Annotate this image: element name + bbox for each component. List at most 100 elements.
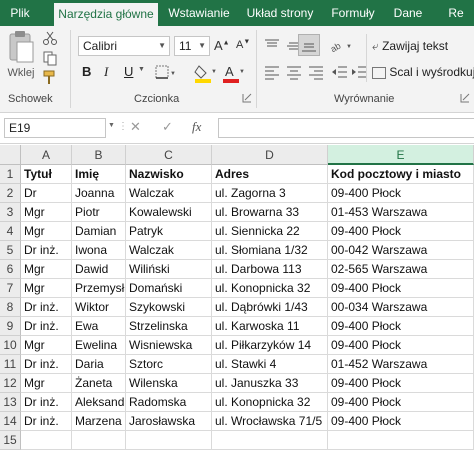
paste-button[interactable]: Wklej: [6, 30, 36, 86]
table-cell[interactable]: 09-400 Płock: [328, 336, 474, 355]
table-cell[interactable]: ul. Piłkarzyków 14: [212, 336, 328, 355]
table-cell[interactable]: 09-400 Płock: [328, 317, 474, 336]
table-cell[interactable]: [72, 431, 126, 450]
table-cell[interactable]: 00-034 Warszawa: [328, 298, 474, 317]
chevron-down-icon[interactable]: ▼: [108, 122, 116, 134]
align-left-button[interactable]: [262, 62, 282, 82]
chevron-down-icon[interactable]: ▼: [138, 66, 146, 78]
row-header[interactable]: 3: [0, 203, 21, 222]
decrease-font-size-button[interactable]: A▼: [236, 38, 254, 54]
row-header[interactable]: 5: [0, 241, 21, 260]
table-cell[interactable]: Jarosławska: [126, 412, 212, 431]
column-header-e[interactable]: E: [328, 145, 474, 165]
merge-center-button[interactable]: Scal i wyśrodkuj: [372, 62, 474, 82]
table-cell[interactable]: Strzelinska: [126, 317, 212, 336]
column-header-c[interactable]: C: [126, 145, 212, 165]
table-cell[interactable]: Domański: [126, 279, 212, 298]
row-header[interactable]: 8: [0, 298, 21, 317]
fill-color-button[interactable]: ▼: [194, 62, 218, 84]
font-dialog-launcher[interactable]: [242, 92, 252, 103]
select-all-corner[interactable]: [0, 145, 21, 165]
table-cell[interactable]: Mgr: [21, 336, 72, 355]
table-cell[interactable]: Radomska: [126, 393, 212, 412]
table-cell[interactable]: Wiktor: [72, 298, 126, 317]
table-cell[interactable]: Mgr: [21, 260, 72, 279]
font-color-button[interactable]: A ▼: [222, 62, 246, 84]
row-header[interactable]: 14: [0, 412, 21, 431]
table-cell[interactable]: [212, 431, 328, 450]
table-cell[interactable]: Patryk: [126, 222, 212, 241]
cancel-button[interactable]: ✕: [130, 119, 146, 137]
table-cell[interactable]: Iwona: [72, 241, 126, 260]
table-cell[interactable]: 09-400 Płock: [328, 184, 474, 203]
row-header[interactable]: 4: [0, 222, 21, 241]
table-cell[interactable]: Dr inż.: [21, 241, 72, 260]
table-cell[interactable]: Ewelina: [72, 336, 126, 355]
table-cell[interactable]: ul. Dąbrówki 1/43: [212, 298, 328, 317]
table-cell[interactable]: 00-042 Warszawa: [328, 241, 474, 260]
name-box[interactable]: E19: [4, 118, 106, 138]
align-bottom-button[interactable]: [298, 34, 320, 56]
table-cell[interactable]: Dr inż.: [21, 412, 72, 431]
table-cell[interactable]: Dawid: [72, 260, 126, 279]
decrease-indent-button[interactable]: [330, 62, 348, 82]
tab-data[interactable]: Dane: [388, 0, 428, 26]
format-painter-button[interactable]: [42, 70, 58, 86]
row-header[interactable]: 13: [0, 393, 21, 412]
borders-button[interactable]: ▼: [154, 64, 176, 82]
table-cell[interactable]: ul. Karwoska 11: [212, 317, 328, 336]
table-cell[interactable]: Piotr: [72, 203, 126, 222]
table-cell[interactable]: Aleksandra: [72, 393, 126, 412]
table-cell[interactable]: Mgr: [21, 203, 72, 222]
row-header[interactable]: 11: [0, 355, 21, 374]
table-cell[interactable]: 09-400 Płock: [328, 393, 474, 412]
column-header-b[interactable]: B: [72, 145, 126, 165]
table-cell[interactable]: Wisniewska: [126, 336, 212, 355]
table-cell[interactable]: ul. Konopnicka 32: [212, 393, 328, 412]
table-cell[interactable]: ul. Wrocławska 71/5: [212, 412, 328, 431]
table-cell[interactable]: Wilenska: [126, 374, 212, 393]
table-cell[interactable]: Mgr: [21, 279, 72, 298]
table-cell[interactable]: ul. Słomiana 1/32: [212, 241, 328, 260]
row-header[interactable]: 6: [0, 260, 21, 279]
table-cell[interactable]: Walczak: [126, 184, 212, 203]
align-top-button[interactable]: [262, 36, 282, 56]
table-cell[interactable]: ul. Konopnicka 32: [212, 279, 328, 298]
header-cell[interactable]: Imię: [72, 165, 126, 184]
table-cell[interactable]: Dr inż.: [21, 317, 72, 336]
row-header[interactable]: 9: [0, 317, 21, 336]
align-center-button[interactable]: [284, 62, 304, 82]
wrap-text-button[interactable]: ⤶ Zawijaj tekst: [372, 36, 472, 56]
header-cell[interactable]: Adres: [212, 165, 328, 184]
table-cell[interactable]: Daria: [72, 355, 126, 374]
header-cell[interactable]: Tytuł: [21, 165, 72, 184]
row-header[interactable]: 2: [0, 184, 21, 203]
header-cell[interactable]: Nazwisko: [126, 165, 212, 184]
table-cell[interactable]: Szykowski: [126, 298, 212, 317]
column-header-a[interactable]: A: [21, 145, 72, 165]
tab-insert[interactable]: Wstawianie: [164, 0, 234, 26]
column-header-d[interactable]: D: [212, 145, 328, 165]
table-cell[interactable]: ul. Siennicka 22: [212, 222, 328, 241]
table-cell[interactable]: ul. Stawki 4: [212, 355, 328, 374]
tab-formulas[interactable]: Formuły: [326, 0, 380, 26]
tab-review[interactable]: Re: [438, 0, 474, 26]
header-cell[interactable]: Kod pocztowy i miasto: [328, 165, 474, 184]
table-cell[interactable]: 09-400 Płock: [328, 279, 474, 298]
row-header[interactable]: 1: [0, 165, 21, 184]
table-cell[interactable]: 01-453 Warszawa: [328, 203, 474, 222]
row-header[interactable]: 12: [0, 374, 21, 393]
row-header[interactable]: 10: [0, 336, 21, 355]
underline-button[interactable]: U: [124, 64, 138, 82]
cut-button[interactable]: [42, 30, 58, 46]
tab-page-layout[interactable]: Układ strony: [242, 0, 318, 26]
spreadsheet-grid[interactable]: A B C D E 1 Tytuł Imię Nazwisko Adres Kod pocztowy…: [0, 145, 474, 450]
table-cell[interactable]: 01-452 Warszawa: [328, 355, 474, 374]
tab-file[interactable]: Plik: [0, 0, 40, 26]
table-cell[interactable]: 09-400 Płock: [328, 374, 474, 393]
table-cell[interactable]: Dr inż.: [21, 355, 72, 374]
table-cell[interactable]: Joanna: [72, 184, 126, 203]
table-cell[interactable]: ul. Browarna 33: [212, 203, 328, 222]
orientation-button[interactable]: ab ▼: [328, 36, 354, 56]
table-cell[interactable]: Dr inż.: [21, 393, 72, 412]
